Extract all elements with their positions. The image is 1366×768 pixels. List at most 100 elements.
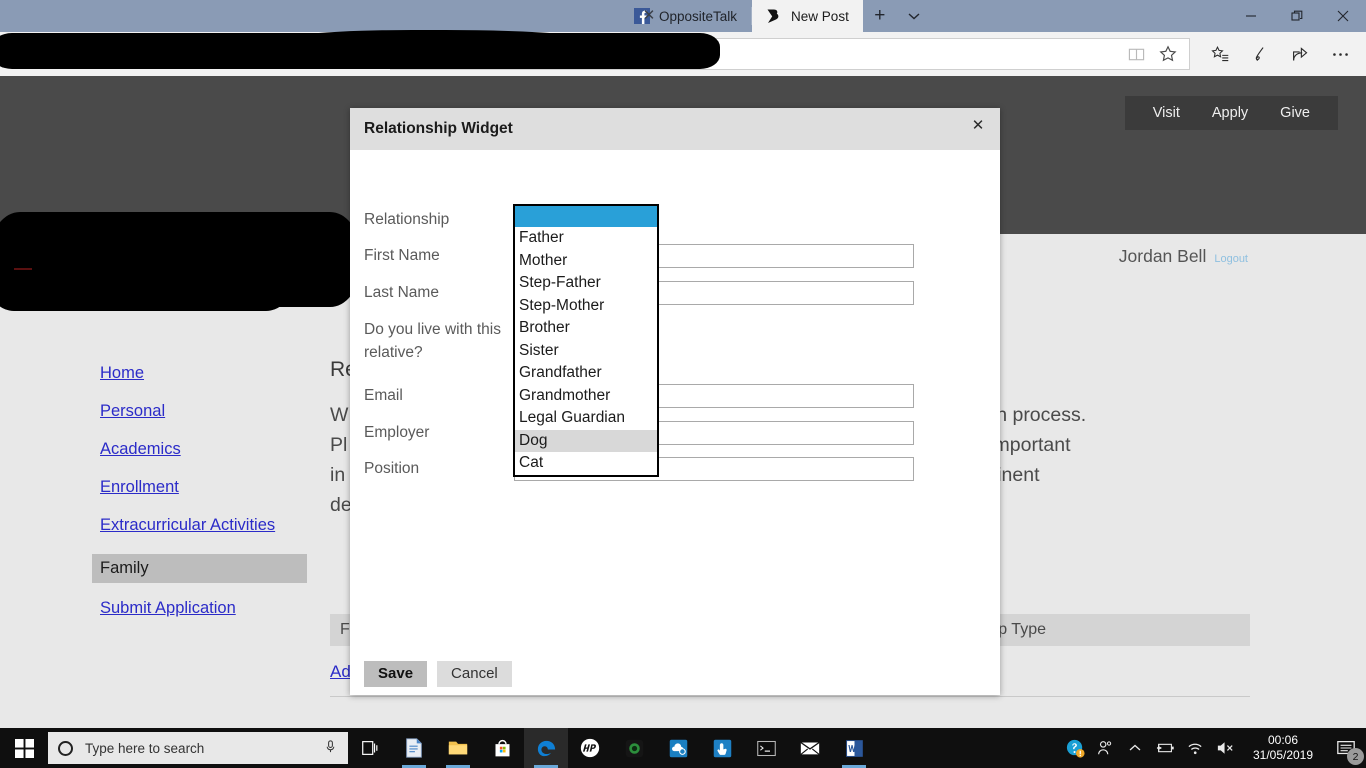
- volume-muted-icon[interactable]: [1210, 728, 1240, 768]
- relationship-dropdown-list: Father Mother Step-Father Step-Mother Br…: [513, 204, 659, 477]
- taskbar-clock[interactable]: 00:06 31/05/2019: [1240, 728, 1326, 768]
- hp-icon[interactable]: [568, 728, 612, 768]
- settings-more-icon[interactable]: [1322, 38, 1358, 70]
- search-input[interactable]: Type here to search: [48, 732, 348, 764]
- favorites-hub-icon[interactable]: [1202, 38, 1238, 70]
- cortana-icon: [58, 740, 73, 756]
- word-icon[interactable]: [832, 728, 876, 768]
- tabstrip-blank-area: [0, 0, 620, 32]
- user-name: Jordan Bell: [1118, 246, 1207, 266]
- sidebar-item-submit-application[interactable]: Submit Application: [100, 599, 315, 618]
- label-live-with-relative: Do you live with this relative?: [364, 321, 501, 361]
- dropdown-option-brother[interactable]: Brother: [515, 317, 657, 340]
- dropdown-option-step-father[interactable]: Step-Father: [515, 272, 657, 295]
- utility-nav-visit[interactable]: Visit: [1137, 105, 1196, 121]
- reading-view-icon[interactable]: [1123, 41, 1149, 67]
- wifi-icon[interactable]: [1180, 728, 1210, 768]
- people-icon[interactable]: [1090, 728, 1120, 768]
- share-icon[interactable]: [1282, 38, 1318, 70]
- close-icon[interactable]: ✕: [966, 113, 990, 137]
- sidebar-item-academics[interactable]: Academics: [100, 440, 315, 459]
- mail-icon[interactable]: [788, 728, 832, 768]
- start-button[interactable]: [0, 728, 48, 768]
- browser-tab-title-1: New Post: [791, 8, 849, 24]
- new-tab-button[interactable]: +: [863, 0, 897, 32]
- modal-footer: Save Cancel: [350, 652, 1000, 695]
- document-icon[interactable]: [392, 728, 436, 768]
- redaction-site-logo-2: [0, 226, 290, 311]
- label-first-name: First Name: [364, 247, 440, 264]
- tab-close-icon[interactable]: ✕: [640, 7, 658, 25]
- onedrive-icon[interactable]: [656, 728, 700, 768]
- dropdown-option-cat[interactable]: Cat: [515, 452, 657, 475]
- dropdown-option-grandmother[interactable]: Grandmother: [515, 385, 657, 408]
- maximize-restore-button[interactable]: [1274, 0, 1320, 32]
- dropdown-option-mother[interactable]: Mother: [515, 250, 657, 273]
- relationship-dropdown[interactable]: Father Mother Step-Father Step-Mother Br…: [513, 204, 659, 477]
- browser-tab-1[interactable]: New Post: [752, 0, 863, 32]
- notification-badge: 2: [1347, 748, 1364, 765]
- add-relationship-link[interactable]: Ad: [330, 662, 351, 682]
- save-button[interactable]: Save: [364, 660, 428, 687]
- microphone-icon[interactable]: [323, 739, 338, 757]
- label-last-name: Last Name: [364, 284, 439, 301]
- touch-app-icon[interactable]: [700, 728, 744, 768]
- sidebar-item-extracurricular-activities[interactable]: Extracurricular Activities: [100, 516, 315, 535]
- browser-toolbar-actions: [1202, 38, 1358, 70]
- edge-icon[interactable]: [524, 728, 568, 768]
- clock-date: 31/05/2019: [1252, 748, 1314, 762]
- dropdown-option-blank[interactable]: [515, 206, 657, 227]
- modal-header: Relationship Widget ✕: [350, 108, 1000, 150]
- utility-nav: Visit Apply Give: [1124, 96, 1338, 130]
- show-hidden-icons-icon[interactable]: [1120, 728, 1150, 768]
- dropdown-option-sister[interactable]: Sister: [515, 340, 657, 363]
- dropdown-option-dog[interactable]: Dog: [515, 429, 657, 452]
- system-tray: 00:06 31/05/2019 2: [1060, 728, 1366, 768]
- microsoft-store-icon[interactable]: [480, 728, 524, 768]
- user-bar: Jordan Bell Logout: [1119, 246, 1248, 267]
- window-controls: [1228, 0, 1366, 32]
- dropdown-option-grandfather[interactable]: Grandfather: [515, 362, 657, 385]
- cancel-button[interactable]: Cancel: [437, 660, 512, 687]
- favorite-star-icon[interactable]: [1155, 41, 1181, 67]
- modal-body: Relationship First Name Last Name Do you…: [350, 150, 1000, 652]
- taskbar-icons: [348, 728, 876, 768]
- search-placeholder: Type here to search: [85, 740, 205, 756]
- field-row-relationship: Relationship: [364, 208, 514, 231]
- label-position: Position: [364, 460, 420, 477]
- modal-title: Relationship Widget: [364, 120, 513, 137]
- sidebar-item-enrollment[interactable]: Enrollment: [100, 478, 315, 497]
- help-icon[interactable]: [1060, 728, 1090, 768]
- camera-icon[interactable]: [612, 728, 656, 768]
- label-relationship: Relationship: [364, 211, 450, 228]
- chevron-down-icon[interactable]: [897, 0, 931, 32]
- field-row-live-with-relative: Do you live with this relative?: [364, 318, 514, 364]
- clock-time: 00:06: [1267, 733, 1299, 747]
- task-view-icon[interactable]: [348, 728, 392, 768]
- dropdown-option-father[interactable]: Father: [515, 227, 657, 250]
- label-email: Email: [364, 387, 403, 404]
- browser-window: OppositeTalk New Post + ✕ Visit Apply Gi…: [0, 0, 1366, 728]
- logout-link[interactable]: Logout: [1214, 253, 1248, 265]
- browser-tabstrip: OppositeTalk New Post + ✕: [0, 0, 1366, 32]
- sidebar-item-personal[interactable]: Personal: [100, 402, 315, 421]
- dropdown-option-step-mother[interactable]: Step-Mother: [515, 295, 657, 318]
- sidebar-item-home[interactable]: Home: [100, 364, 315, 383]
- web-note-icon[interactable]: [1242, 38, 1278, 70]
- minimize-button[interactable]: [1228, 0, 1274, 32]
- file-explorer-icon[interactable]: [436, 728, 480, 768]
- battery-icon[interactable]: [1150, 728, 1180, 768]
- dropdown-option-legal-guardian[interactable]: Legal Guardian: [515, 407, 657, 430]
- redaction-address-bar-2: [280, 30, 610, 56]
- label-employer: Employer: [364, 424, 430, 441]
- sidebar-item-family[interactable]: Family: [92, 554, 307, 583]
- blackboard-icon: [766, 8, 782, 24]
- table-divider: [330, 696, 1250, 697]
- utility-nav-apply[interactable]: Apply: [1196, 105, 1264, 121]
- command-prompt-icon[interactable]: [744, 728, 788, 768]
- relationship-widget-modal: Relationship Widget ✕ Relationship First…: [350, 108, 1000, 695]
- utility-nav-give[interactable]: Give: [1264, 105, 1326, 121]
- sidebar-nav: Home Personal Academics Enrollment Extra…: [92, 364, 315, 637]
- notification-center-icon[interactable]: 2: [1326, 728, 1366, 768]
- close-window-button[interactable]: [1320, 0, 1366, 32]
